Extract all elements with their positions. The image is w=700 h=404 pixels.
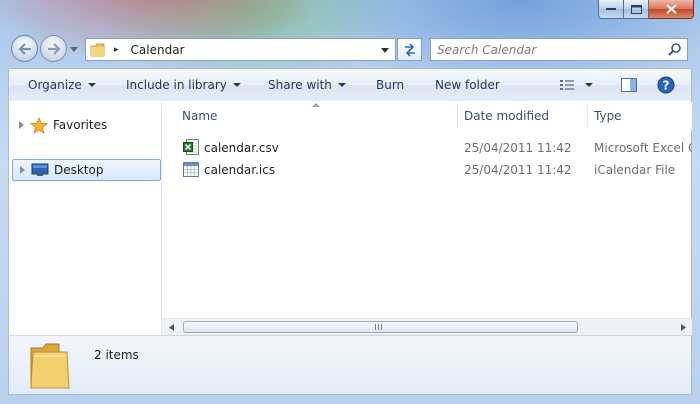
- close-button[interactable]: [649, 0, 694, 19]
- maximize-button[interactable]: [624, 0, 649, 19]
- folder-icon: [90, 43, 105, 56]
- item-count: 2 items: [94, 348, 139, 362]
- nav-item-favorites[interactable]: Favorites: [9, 114, 161, 136]
- column-date-modified[interactable]: Date modified: [464, 109, 549, 123]
- breadcrumb-separator[interactable]: ▸: [114, 45, 119, 55]
- horizontal-scrollbar[interactable]: [162, 318, 692, 335]
- minimize-button[interactable]: [598, 0, 624, 19]
- expand-icon[interactable]: [19, 121, 24, 129]
- nav-item-desktop[interactable]: Desktop: [12, 159, 161, 181]
- chevron-down-icon: [87, 83, 96, 87]
- nav-item-label: Desktop: [54, 163, 104, 177]
- maximize-icon: [630, 4, 642, 14]
- organize-label: Organize: [28, 78, 82, 92]
- sort-ascending-icon: [312, 103, 320, 107]
- file-name: calendar.ics: [204, 163, 276, 177]
- svg-text:?: ?: [663, 79, 670, 93]
- expand-icon[interactable]: [20, 166, 25, 174]
- recent-pages-dropdown[interactable]: [69, 44, 79, 54]
- folder-icon: [30, 343, 70, 389]
- grip-icon: [375, 324, 384, 330]
- new-folder-label: New folder: [435, 78, 500, 92]
- preview-pane-icon: [621, 78, 637, 92]
- share-with-label: Share with: [268, 78, 332, 92]
- desktop-icon: [31, 163, 49, 176]
- column-type[interactable]: Type: [594, 109, 622, 123]
- search-input[interactable]: [437, 40, 657, 59]
- include-in-library-button[interactable]: Include in library: [126, 78, 241, 92]
- change-view-button[interactable]: [559, 78, 593, 92]
- burn-button[interactable]: Burn: [376, 78, 404, 92]
- preview-pane-button[interactable]: [620, 77, 638, 93]
- nav-item-label: Favorites: [53, 118, 108, 132]
- file-name: calendar.csv: [204, 141, 279, 155]
- chevron-down-icon: [585, 83, 593, 87]
- command-bar: Organize Include in library Share with B…: [8, 68, 692, 102]
- search-box[interactable]: [430, 38, 688, 61]
- help-button[interactable]: ?: [657, 76, 675, 94]
- column-headers: Name Date modified Type: [162, 102, 692, 130]
- back-arrow-icon: [17, 42, 31, 55]
- column-name[interactable]: Name: [182, 109, 217, 123]
- scroll-left-button[interactable]: [166, 322, 176, 332]
- file-row[interactable]: calendar.ics 25/04/2011 11:42 iCalendar …: [180, 160, 692, 180]
- breadcrumb-location[interactable]: Calendar: [131, 43, 185, 57]
- close-icon: [665, 4, 677, 14]
- file-date-modified: 25/04/2011 11:42: [464, 141, 572, 155]
- include-in-library-label: Include in library: [126, 78, 227, 92]
- chevron-down-icon: [70, 46, 78, 52]
- navigation-pane: Favorites Desktop: [9, 102, 162, 334]
- scroll-left-icon: [168, 323, 174, 331]
- minimize-icon: [606, 8, 616, 10]
- scroll-right-button[interactable]: [678, 322, 688, 332]
- help-icon: ?: [657, 76, 675, 94]
- column-divider[interactable]: [457, 105, 458, 127]
- scroll-right-icon: [680, 323, 686, 331]
- forward-arrow-icon: [47, 42, 61, 55]
- details-pane: 2 items: [8, 335, 692, 395]
- search-icon: [668, 43, 681, 56]
- file-row[interactable]: calendar.csv 25/04/2011 11:42 Microsoft …: [180, 138, 692, 158]
- file-type: iCalendar File: [594, 163, 676, 177]
- refresh-button[interactable]: [397, 38, 422, 61]
- organize-button[interactable]: Organize: [28, 78, 96, 92]
- back-button[interactable]: [11, 35, 38, 62]
- file-date-modified: 25/04/2011 11:42: [464, 163, 572, 177]
- new-folder-button[interactable]: New folder: [435, 78, 500, 92]
- calendar-file-icon: [183, 162, 199, 177]
- forward-button[interactable]: [40, 35, 67, 62]
- window-caption-buttons: [598, 0, 694, 20]
- details-view-icon: [560, 80, 574, 90]
- star-icon: [30, 116, 48, 134]
- chevron-down-icon: [337, 83, 346, 87]
- chevron-down-icon: [232, 83, 241, 87]
- share-with-button[interactable]: Share with: [268, 78, 346, 92]
- scrollbar-thumb[interactable]: [183, 321, 578, 333]
- address-dropdown[interactable]: [378, 43, 392, 57]
- search-button[interactable]: [667, 42, 683, 58]
- address-bar[interactable]: ▸ Calendar: [85, 38, 396, 61]
- column-divider[interactable]: [587, 105, 588, 127]
- chevron-down-icon: [381, 47, 389, 53]
- file-type: Microsoft Excel Comma Separated Values F…: [594, 141, 692, 155]
- burn-label: Burn: [376, 78, 405, 92]
- refresh-icon: [404, 42, 415, 57]
- excel-file-icon: [183, 139, 199, 155]
